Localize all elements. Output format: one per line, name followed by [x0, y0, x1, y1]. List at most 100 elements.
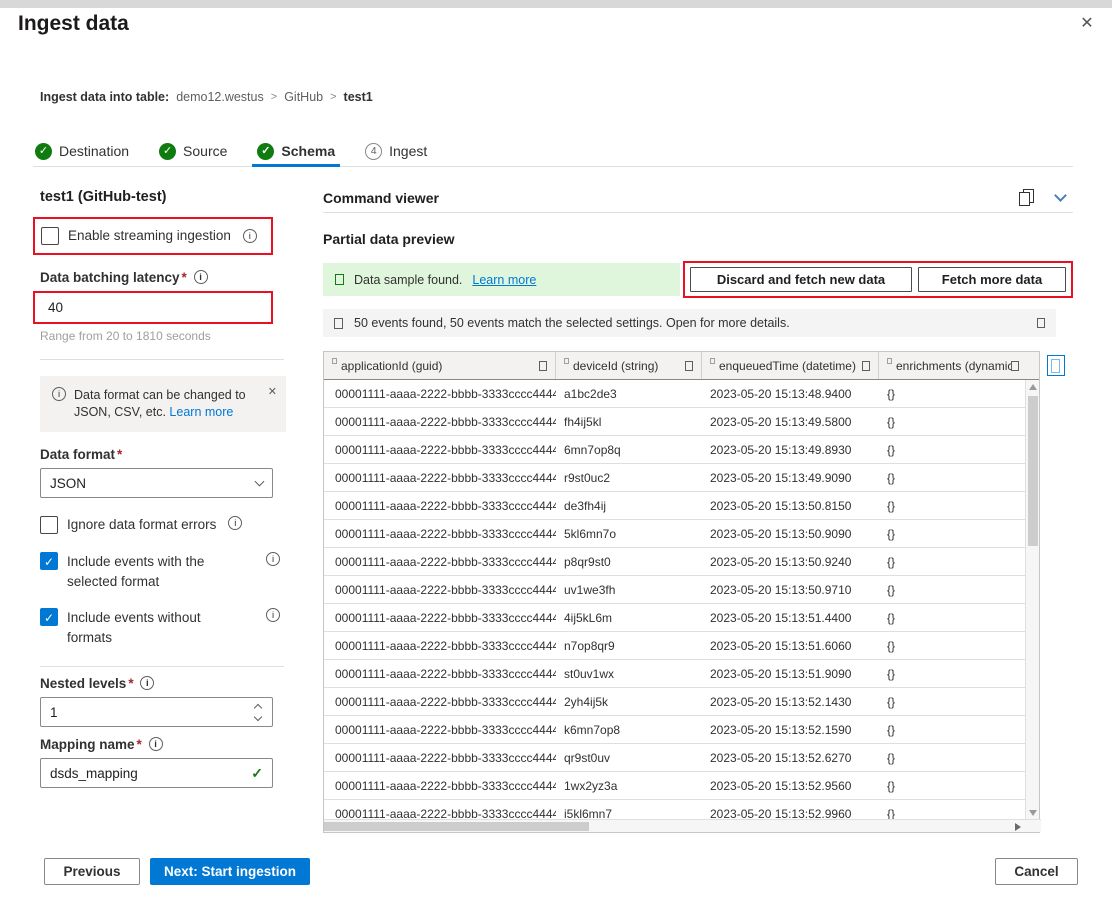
column-header[interactable]: deviceId (string)	[556, 352, 702, 379]
next-start-ingestion-button[interactable]: Next: Start ingestion	[150, 858, 310, 885]
table-row[interactable]: 00001111-aaaa-2222-bbbb-3333cccc44442yh4…	[324, 688, 1027, 716]
column-header[interactable]: enrichments (dynamic)	[879, 352, 1027, 379]
batching-latency-label: Data batching latency*	[40, 270, 285, 285]
table-row[interactable]: 00001111-aaaa-2222-bbbb-3333cccc4444p8qr…	[324, 548, 1027, 576]
include-with-format-checkbox[interactable]	[40, 552, 58, 570]
chevron-right-icon: >	[271, 91, 277, 103]
learn-more-link[interactable]: Learn more	[169, 405, 233, 419]
tab-source[interactable]: Source	[157, 136, 229, 166]
chevron-down-icon[interactable]	[1054, 189, 1067, 202]
table-cell: {}	[879, 716, 1027, 743]
include-without-format-checkbox[interactable]	[40, 608, 58, 626]
chevron-right-icon: >	[330, 91, 336, 103]
table-row[interactable]: 00001111-aaaa-2222-bbbb-3333cccc44445kl6…	[324, 520, 1027, 548]
data-format-dropdown[interactable]: JSON	[40, 468, 273, 498]
info-icon[interactable]	[266, 552, 280, 566]
table-row[interactable]: 00001111-aaaa-2222-bbbb-3333cccc44446mn7…	[324, 436, 1027, 464]
tab-label: Source	[183, 143, 227, 159]
breadcrumb-table: test1	[344, 90, 373, 104]
column-header[interactable]: enqueuedTime (datetime)	[702, 352, 879, 379]
fetch-more-data-button[interactable]: Fetch more data	[918, 267, 1066, 292]
table-cell: 5kl6mn7o	[556, 520, 702, 547]
table-cell: 00001111-aaaa-2222-bbbb-3333cccc4444	[324, 464, 556, 491]
table-row[interactable]: 00001111-aaaa-2222-bbbb-3333cccc4444a1bc…	[324, 380, 1027, 408]
table-row[interactable]: 00001111-aaaa-2222-bbbb-3333cccc4444qr9s…	[324, 744, 1027, 772]
column-menu-icon[interactable]	[1011, 361, 1019, 371]
column-menu-icon[interactable]	[862, 361, 870, 371]
table-row[interactable]: 00001111-aaaa-2222-bbbb-3333cccc4444de3f…	[324, 492, 1027, 520]
info-icon[interactable]	[243, 229, 257, 243]
table-row[interactable]: 00001111-aaaa-2222-bbbb-3333cccc4444n7op…	[324, 632, 1027, 660]
scroll-up-icon[interactable]	[1029, 384, 1037, 390]
table-row[interactable]: 00001111-aaaa-2222-bbbb-3333cccc44441wx2…	[324, 772, 1027, 800]
info-icon[interactable]	[149, 737, 163, 751]
columns-panel-button[interactable]	[1047, 355, 1065, 376]
scrollbar-thumb[interactable]	[1028, 396, 1038, 546]
table-cell: 00001111-aaaa-2222-bbbb-3333cccc4444	[324, 716, 556, 743]
info-icon[interactable]	[194, 270, 208, 284]
table-cell: {}	[879, 744, 1027, 771]
scrollbar-thumb[interactable]	[324, 822, 589, 831]
divider	[40, 666, 284, 667]
table-row[interactable]: 00001111-aaaa-2222-bbbb-3333cccc44444ij5…	[324, 604, 1027, 632]
breadcrumb-cluster: demo12.westus	[176, 90, 264, 104]
table-row[interactable]: 00001111-aaaa-2222-bbbb-3333cccc4444r9st…	[324, 464, 1027, 492]
table-cell: 2023-05-20 15:13:49.9090	[702, 464, 879, 491]
scroll-right-icon[interactable]	[1015, 823, 1021, 831]
data-sample-banner: Data sample found. Learn more	[323, 263, 680, 296]
close-icon[interactable]	[1076, 13, 1098, 35]
chevron-up-icon[interactable]	[254, 703, 262, 711]
nested-levels-spinner[interactable]: 1	[40, 697, 273, 727]
table-cell: 2023-05-20 15:13:48.9400	[702, 380, 879, 407]
chevron-down-icon	[255, 476, 265, 486]
info-icon	[334, 318, 343, 329]
learn-more-link[interactable]: Learn more	[472, 273, 536, 287]
events-summary-text: 50 events found, 50 events match the sel…	[354, 316, 790, 330]
table-row[interactable]: 00001111-aaaa-2222-bbbb-3333cccc4444st0u…	[324, 660, 1027, 688]
chevron-down-icon[interactable]	[254, 712, 262, 720]
nested-levels-label: Nested levels*	[40, 676, 285, 691]
spinner-buttons[interactable]	[255, 705, 263, 720]
step-number-icon: 4	[365, 143, 382, 160]
data-format-label: Data format*	[40, 447, 285, 462]
mapping-name-input[interactable]: dsds_mapping	[40, 758, 273, 788]
table-cell: 2023-05-20 15:13:51.6060	[702, 632, 879, 659]
table-cell: {}	[879, 380, 1027, 407]
info-icon[interactable]	[266, 608, 280, 622]
table-cell: 00001111-aaaa-2222-bbbb-3333cccc4444	[324, 520, 556, 547]
info-icon[interactable]	[140, 676, 154, 690]
ignore-errors-checkbox[interactable]	[40, 516, 58, 534]
expand-icon[interactable]	[1037, 318, 1045, 328]
copy-icon[interactable]	[1019, 189, 1034, 206]
table-cell: 2023-05-20 15:13:49.5800	[702, 408, 879, 435]
table-cell: 2023-05-20 15:13:50.9090	[702, 520, 879, 547]
tab-destination[interactable]: Destination	[33, 136, 131, 166]
table-row[interactable]: 00001111-aaaa-2222-bbbb-3333cccc4444i5kl…	[324, 800, 1027, 820]
table-row[interactable]: 00001111-aaaa-2222-bbbb-3333cccc4444uv1w…	[324, 576, 1027, 604]
column-menu-icon[interactable]	[685, 361, 693, 371]
cancel-button[interactable]: Cancel	[995, 858, 1078, 885]
annotation-box-fetch-buttons: Discard and fetch new data Fetch more da…	[683, 261, 1073, 298]
scroll-down-icon[interactable]	[1029, 810, 1037, 816]
discard-and-fetch-button[interactable]: Discard and fetch new data	[690, 267, 912, 292]
tab-schema[interactable]: Schema	[255, 136, 337, 166]
table-row[interactable]: 00001111-aaaa-2222-bbbb-3333cccc4444fh4i…	[324, 408, 1027, 436]
column-type-icon	[332, 358, 337, 364]
check-circle-icon	[159, 143, 176, 160]
enable-streaming-checkbox[interactable]	[41, 227, 59, 245]
vertical-scrollbar[interactable]	[1025, 380, 1039, 820]
events-summary-bar[interactable]: 50 events found, 50 events match the sel…	[323, 309, 1056, 337]
info-icon[interactable]	[228, 516, 242, 530]
data-preview-table: applicationId (guid)deviceId (string)enq…	[323, 351, 1040, 833]
batching-latency-input[interactable]: 40	[33, 291, 273, 324]
close-icon[interactable]	[268, 384, 277, 401]
table-row[interactable]: 00001111-aaaa-2222-bbbb-3333cccc4444k6mn…	[324, 716, 1027, 744]
column-menu-icon[interactable]	[539, 361, 547, 371]
check-circle-icon	[257, 143, 274, 160]
column-header[interactable]: applicationId (guid)	[324, 352, 556, 379]
table-cell: 2023-05-20 15:13:51.4400	[702, 604, 879, 631]
table-cell: p8qr9st0	[556, 548, 702, 575]
tab-ingest[interactable]: 4 Ingest	[363, 136, 429, 166]
previous-button[interactable]: Previous	[44, 858, 140, 885]
horizontal-scrollbar[interactable]	[324, 819, 1041, 832]
